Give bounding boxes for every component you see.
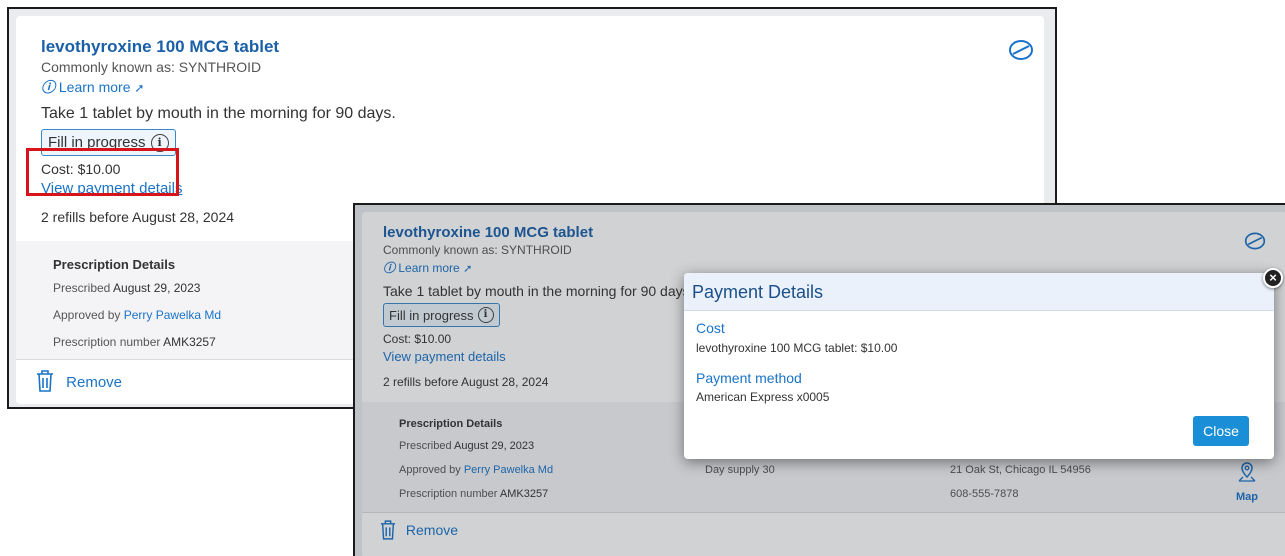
day-supply: Day supply 30 bbox=[705, 464, 775, 476]
modal-header: Payment Details bbox=[684, 273, 1274, 311]
trash-icon bbox=[36, 370, 54, 396]
cost-highlight-annotation bbox=[26, 148, 179, 196]
close-button[interactable]: Close bbox=[1193, 416, 1249, 446]
remove-button[interactable]: Remove bbox=[380, 520, 458, 543]
trash-icon bbox=[380, 520, 396, 543]
learn-more-label: Learn more bbox=[398, 261, 460, 275]
info-icon[interactable]: i bbox=[477, 307, 494, 323]
status-badge[interactable]: Fill in progress i bbox=[383, 303, 500, 327]
cost-heading: Cost bbox=[696, 320, 725, 336]
rx-number-row: Prescription number AMK3257 bbox=[53, 335, 216, 349]
remove-button[interactable]: Remove bbox=[36, 370, 122, 396]
map-pin-icon bbox=[1232, 462, 1262, 487]
refills-info: 2 refills before August 28, 2024 bbox=[383, 375, 549, 389]
approved-row: Approved by Perry Pawelka Md bbox=[399, 464, 554, 476]
payment-method-heading: Payment method bbox=[696, 370, 802, 386]
prescribed-row: Prescribed August 29, 2023 bbox=[399, 440, 535, 452]
pill-icon bbox=[1244, 230, 1266, 257]
drug-title[interactable]: levothyroxine 100 MCG tablet bbox=[383, 224, 593, 241]
pharmacy-phone: 608-555-7878 bbox=[950, 488, 1019, 500]
divider bbox=[362, 512, 1285, 513]
cost: Cost: $10.00 bbox=[383, 332, 452, 346]
status-badge-label: Fill in progress bbox=[389, 307, 474, 323]
map-button[interactable]: Map bbox=[1232, 462, 1262, 505]
modal-title: Payment Details bbox=[692, 282, 824, 302]
info-icon: ⓘ bbox=[41, 79, 55, 95]
details-heading: Prescription Details bbox=[399, 418, 503, 430]
instructions: Take 1 tablet by mouth in the morning fo… bbox=[383, 283, 694, 299]
cost-line: levothyroxine 100 MCG tablet: $10.00 bbox=[696, 341, 898, 355]
rx-number-row: Prescription number AMK3257 bbox=[399, 488, 549, 500]
drug-title[interactable]: levothyroxine 100 MCG tablet bbox=[41, 37, 279, 57]
prescriber-link[interactable]: Perry Pawelka Md bbox=[464, 464, 553, 476]
payment-method-line: American Express x0005 bbox=[696, 390, 830, 404]
approved-row: Approved by Perry Pawelka Md bbox=[53, 308, 222, 322]
common-name: Commonly known as: SYNTHROID bbox=[383, 243, 572, 257]
close-icon[interactable]: × bbox=[1263, 268, 1283, 288]
payment-details-modal: Payment Details Cost levothyroxine 100 M… bbox=[684, 273, 1274, 459]
view-payment-details-link[interactable]: View payment details bbox=[383, 349, 506, 364]
prescriber-link[interactable]: Perry Pawelka Md bbox=[124, 308, 221, 322]
learn-more-link[interactable]: ⓘ Learn more ➚ bbox=[41, 77, 144, 97]
external-link-icon: ➚ bbox=[463, 263, 473, 275]
pharmacy-address: 21 Oak St, Chicago IL 54956 bbox=[950, 464, 1091, 476]
remove-label: Remove bbox=[66, 373, 123, 391]
external-link-icon: ➚ bbox=[134, 81, 145, 95]
map-label: Map bbox=[1236, 491, 1258, 503]
common-name: Commonly known as: SYNTHROID bbox=[41, 59, 262, 75]
details-heading: Prescription Details bbox=[53, 257, 176, 272]
remove-label: Remove bbox=[405, 522, 459, 539]
pill-icon bbox=[1008, 37, 1034, 68]
learn-more-label: Learn more bbox=[58, 79, 131, 95]
prescribed-row: Prescribed August 29, 2023 bbox=[53, 281, 201, 295]
instructions: Take 1 tablet by mouth in the morning fo… bbox=[41, 105, 396, 122]
refills-info: 2 refills before August 28, 2024 bbox=[41, 209, 235, 225]
learn-more-link[interactable]: ⓘ Learn more ➚ bbox=[383, 259, 472, 276]
info-icon: ⓘ bbox=[383, 261, 396, 275]
